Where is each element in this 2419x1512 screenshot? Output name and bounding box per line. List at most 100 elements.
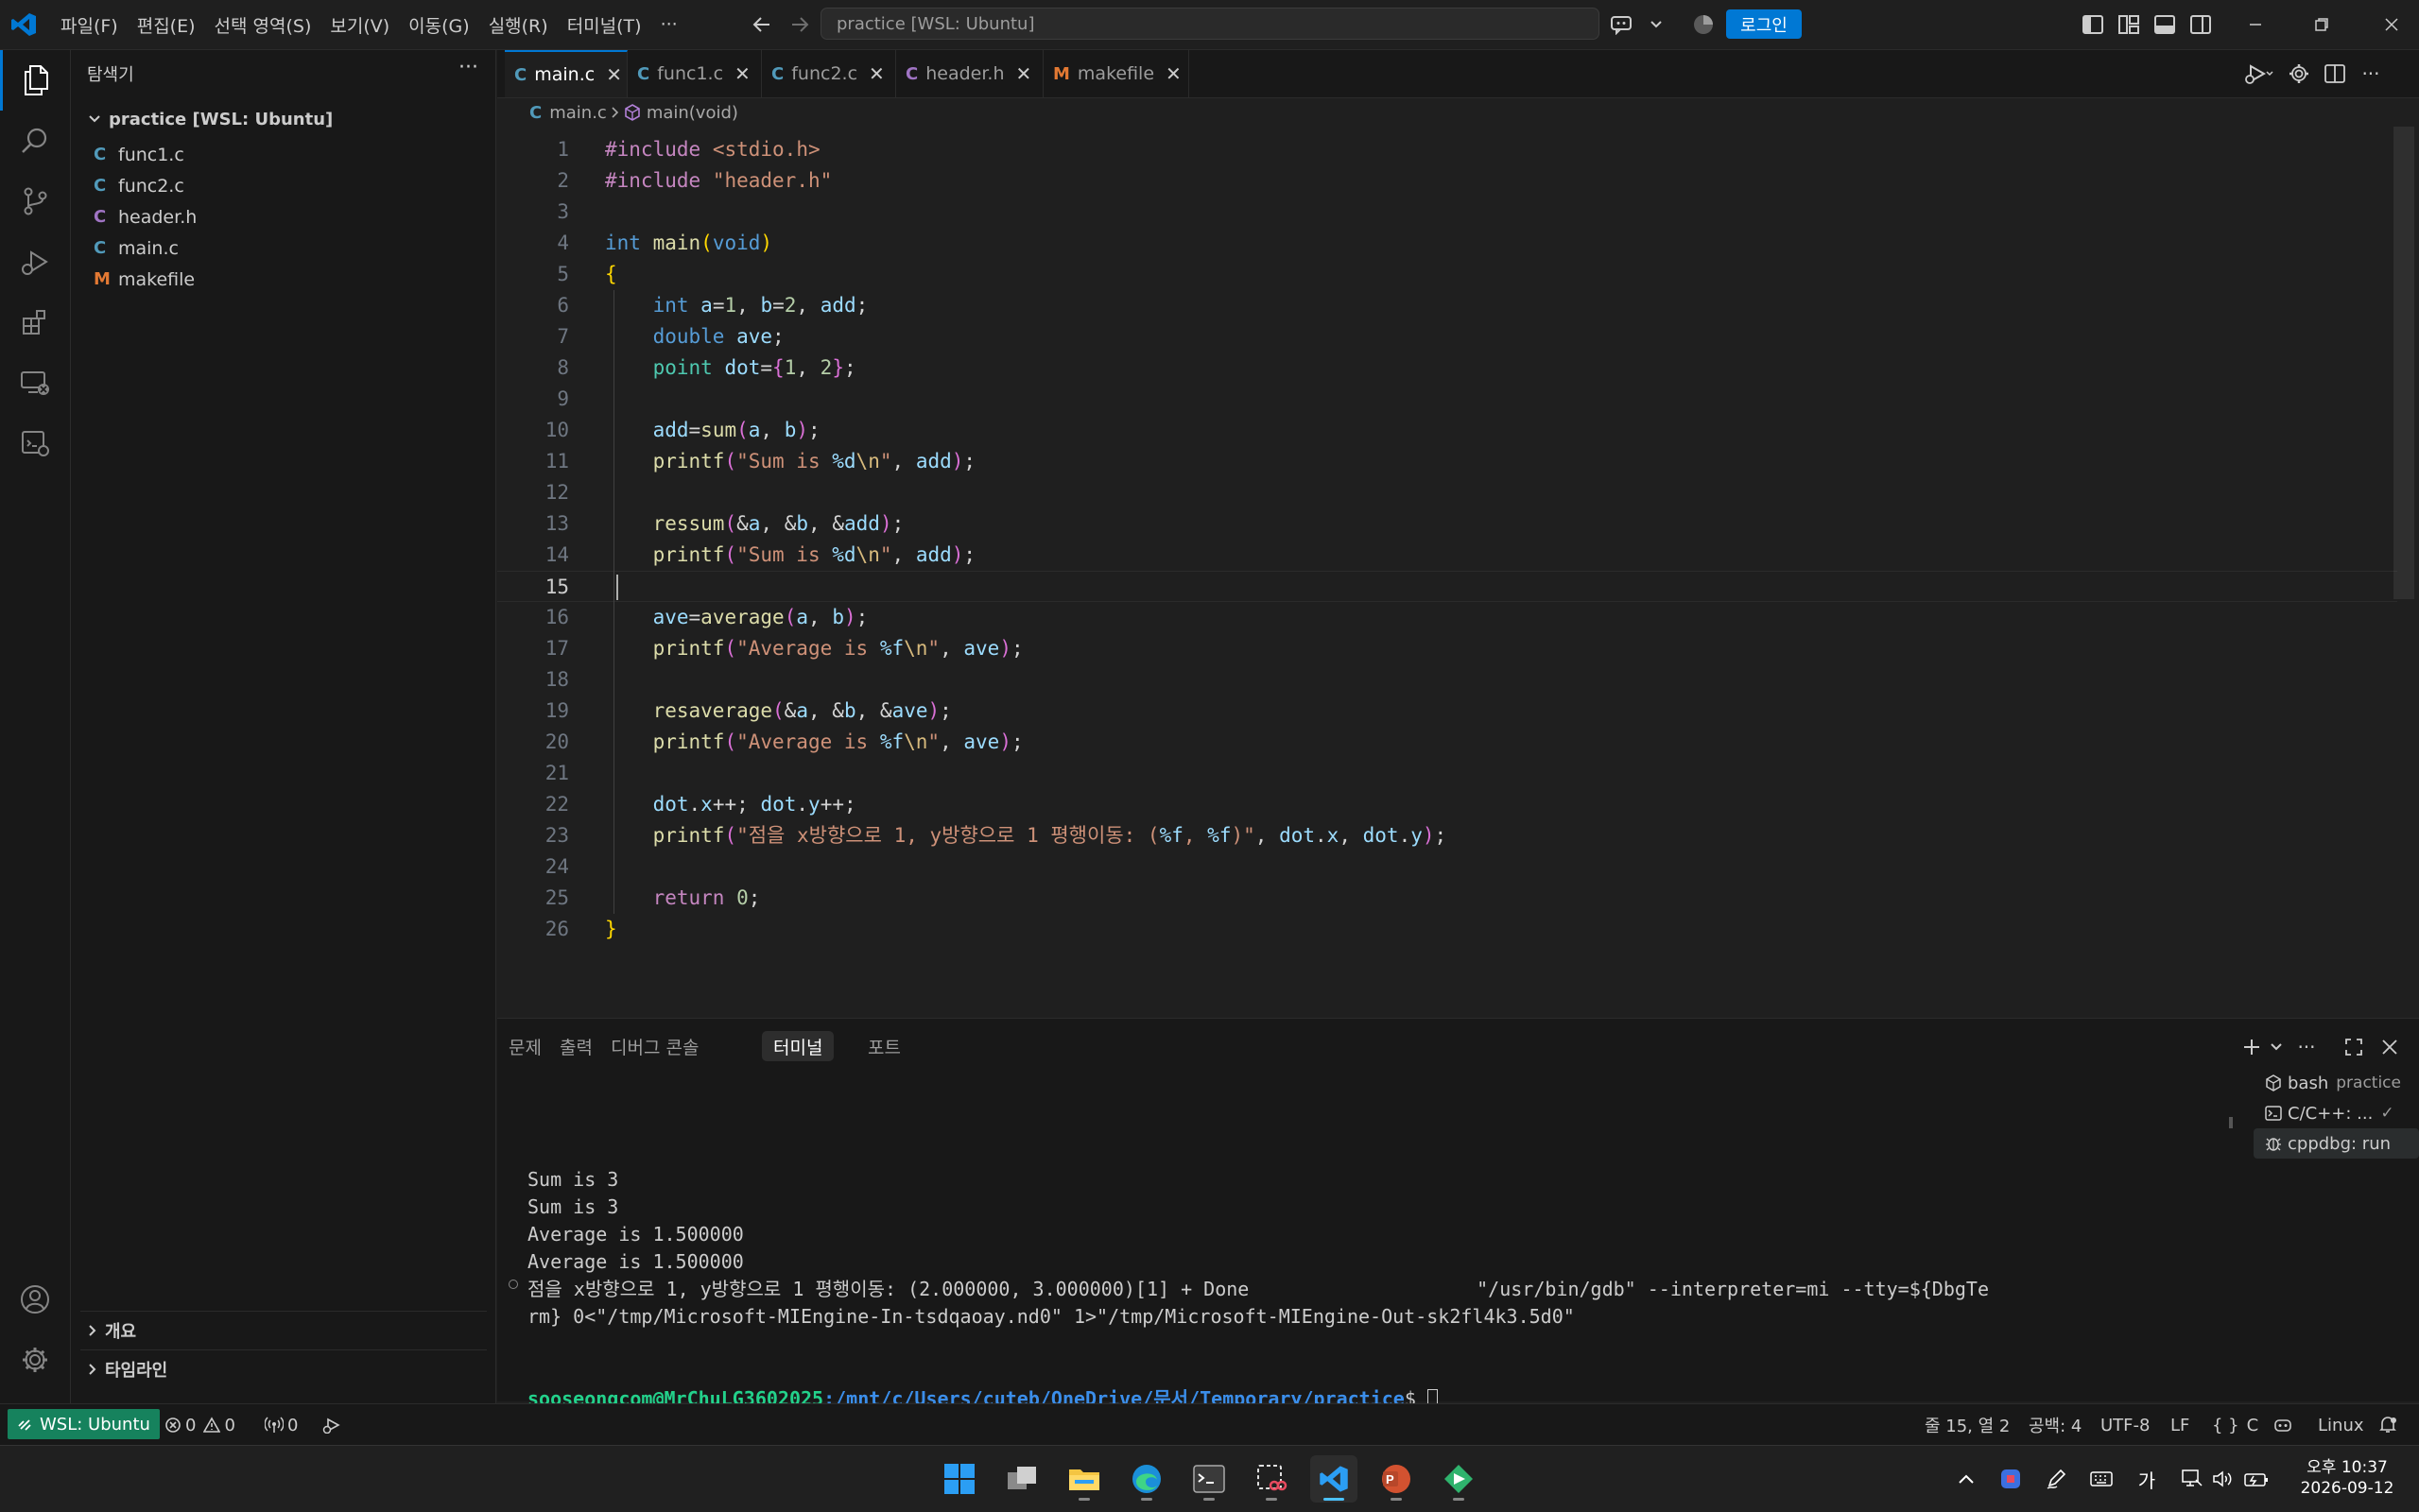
code-line[interactable]: 23 printf("점을 x방향으로 1, y방향으로 1 평행이동: (%f… [497, 820, 2397, 851]
notifications-bell-icon[interactable] [2378, 1404, 2397, 1446]
ports-status[interactable]: 0 [265, 1404, 298, 1446]
code-line[interactable]: 12 [497, 477, 2397, 508]
menu-more[interactable]: ··· [651, 14, 687, 35]
workspace-root[interactable]: practice [WSL: Ubuntu] [88, 105, 333, 133]
toggle-primary-sidebar-icon[interactable] [2078, 9, 2108, 40]
tab-ports[interactable]: 포트 [856, 1031, 912, 1061]
tab-main-c[interactable]: C main.c ✕ [505, 50, 628, 97]
terminal-app-icon[interactable] [1185, 1455, 1233, 1503]
toggle-panel-icon[interactable] [2150, 9, 2180, 40]
code-line[interactable]: 16 ave=average(a, b); [497, 602, 2397, 633]
terminal-item-cpp-build[interactable]: C/C++: ... ✓ [2254, 1098, 2419, 1128]
code-line[interactable]: 25 return 0; [497, 883, 2397, 914]
code-line[interactable]: 17 printf("Average is %f\n", ave); [497, 633, 2397, 664]
tab-terminal[interactable]: 터미널 [762, 1031, 835, 1061]
settings-gear-icon[interactable] [2284, 59, 2314, 89]
code-line[interactable]: 13 ressum(&a, &b, &add); [497, 508, 2397, 540]
remote-explorer-icon[interactable] [0, 352, 70, 413]
testing-icon[interactable] [0, 413, 70, 473]
tab-func1-c[interactable]: C func1.c ✕ [628, 50, 762, 97]
chevron-down-icon[interactable] [2261, 1032, 2291, 1062]
ime-indicator[interactable]: 가 [2134, 1465, 2159, 1493]
problems-status[interactable]: 0 0 [164, 1404, 235, 1446]
extensions-icon[interactable] [0, 292, 70, 352]
restore-icon[interactable] [2307, 9, 2337, 40]
language-mode[interactable]: { } C [2212, 1404, 2258, 1446]
breadcrumb-symbol[interactable]: main(void) [647, 103, 738, 123]
more-actions-icon[interactable]: ··· [458, 56, 478, 79]
volume-icon[interactable] [2210, 1465, 2235, 1493]
terminal-item-cppdbg-run[interactable]: cppdbg: run [2254, 1128, 2419, 1159]
file-item-func1[interactable]: C func1.c [94, 139, 491, 170]
minimize-icon[interactable] [2240, 9, 2271, 40]
encoding[interactable]: UTF-8 [2100, 1404, 2150, 1446]
code-line[interactable]: 4 int main(void) [497, 228, 2397, 259]
code-line[interactable]: 10 add=sum(a, b); [497, 415, 2397, 446]
terminal-scrollbar[interactable] [2229, 1117, 2233, 1128]
menu-edit[interactable]: 편집(E) [128, 12, 205, 38]
task-view-icon[interactable] [998, 1455, 1045, 1503]
code-line[interactable]: 19 resaverage(&a, &b, &ave); [497, 696, 2397, 727]
code-line[interactable]: 14 printf("Sum is %d\n", add); [497, 540, 2397, 571]
accounts-pie-icon[interactable] [1688, 9, 1719, 40]
tab-header-h[interactable]: C header.h ✕ [896, 50, 1044, 97]
breadcrumb-file[interactable]: main.c [549, 103, 607, 123]
close-icon[interactable]: ✕ [1016, 62, 1032, 85]
code-line[interactable]: 9 [497, 384, 2397, 415]
close-window-icon[interactable] [2376, 9, 2407, 40]
debug-status-icon[interactable] [321, 1404, 342, 1446]
code-line[interactable]: 20 printf("Average is %f\n", ave); [497, 727, 2397, 758]
tab-problems[interactable]: 문제 [497, 1031, 553, 1061]
file-item-makefile[interactable]: M makefile [94, 264, 491, 295]
back-arrow-icon[interactable] [749, 11, 775, 38]
chevron-down-icon[interactable] [1641, 9, 1671, 40]
line-ending[interactable]: LF [2170, 1404, 2189, 1446]
close-icon[interactable]: ✕ [606, 63, 622, 86]
menu-view[interactable]: 보기(V) [320, 12, 399, 38]
terminal-output[interactable]: Sum is 3 Sum is 3 Average is 1.500000 Avera… [527, 1111, 2248, 1412]
vscode-taskbar-icon[interactable] [1310, 1455, 1357, 1503]
keyboard-icon[interactable] [2089, 1465, 2114, 1493]
login-button[interactable]: 로그인 [1726, 9, 1802, 39]
code-line[interactable]: 18 [497, 664, 2397, 696]
close-icon[interactable]: ✕ [1166, 62, 1182, 85]
indentation[interactable]: 공백: 4 [2029, 1404, 2082, 1446]
windows-start-icon[interactable] [936, 1455, 983, 1503]
code-line[interactable]: 11 printf("Sum is %d\n", add); [497, 446, 2397, 477]
code-line[interactable]: 5{ [497, 259, 2397, 290]
minimap-scrollbar[interactable] [2393, 127, 2414, 599]
copilot-chat-icon[interactable] [1607, 9, 1637, 40]
tab-output[interactable]: 출력 [548, 1031, 604, 1061]
outline-section[interactable]: 개요 [80, 1311, 487, 1349]
file-item-func2[interactable]: C func2.c [94, 170, 491, 201]
code-editor[interactable]: 1 #include <stdio.h> 2 #include "header.h" 3… [497, 127, 2419, 1015]
code-line[interactable]: 15 [497, 571, 2397, 602]
command-decoration-icon[interactable] [509, 1280, 518, 1289]
menu-selection[interactable]: 선택 영역(S) [205, 12, 321, 38]
file-item-main[interactable]: C main.c [94, 232, 491, 264]
run-debug-icon[interactable] [0, 232, 70, 292]
tray-app-icon[interactable] [1998, 1465, 2023, 1493]
remote-indicator[interactable]: WSL: Ubuntu [8, 1409, 160, 1439]
gear-icon[interactable] [0, 1330, 70, 1390]
snipping-tool-icon[interactable] [1248, 1455, 1295, 1503]
copilot-icon[interactable] [2272, 1404, 2293, 1446]
tab-func2-c[interactable]: C func2.c ✕ [762, 50, 896, 97]
tab-debug-console[interactable]: 디버그 콘솔 [599, 1031, 710, 1061]
code-line[interactable]: 8 point dot={1, 2}; [497, 352, 2397, 384]
code-line[interactable]: 22 dot.x++; dot.y++; [497, 789, 2397, 820]
powerpoint-icon[interactable]: P [1373, 1455, 1420, 1503]
code-line[interactable]: 7 double ave; [497, 321, 2397, 352]
battery-icon[interactable] [2242, 1465, 2271, 1493]
code-line[interactable]: 6 int a=1, b=2, add; [497, 290, 2397, 321]
pen-icon[interactable] [2044, 1465, 2068, 1493]
run-debug-file-icon[interactable] [2244, 59, 2274, 89]
code-line[interactable]: 1 #include <stdio.h> [497, 134, 2397, 165]
menu-run[interactable]: 실행(R) [479, 12, 558, 38]
close-icon[interactable]: ✕ [869, 62, 885, 85]
code-line[interactable]: 26} [497, 914, 2397, 945]
more-actions-icon[interactable]: ··· [2291, 1032, 2322, 1062]
command-center[interactable]: practice [WSL: Ubuntu] [821, 8, 1599, 40]
code-line[interactable]: 21 [497, 758, 2397, 789]
os-label[interactable]: Linux [2318, 1404, 2364, 1446]
